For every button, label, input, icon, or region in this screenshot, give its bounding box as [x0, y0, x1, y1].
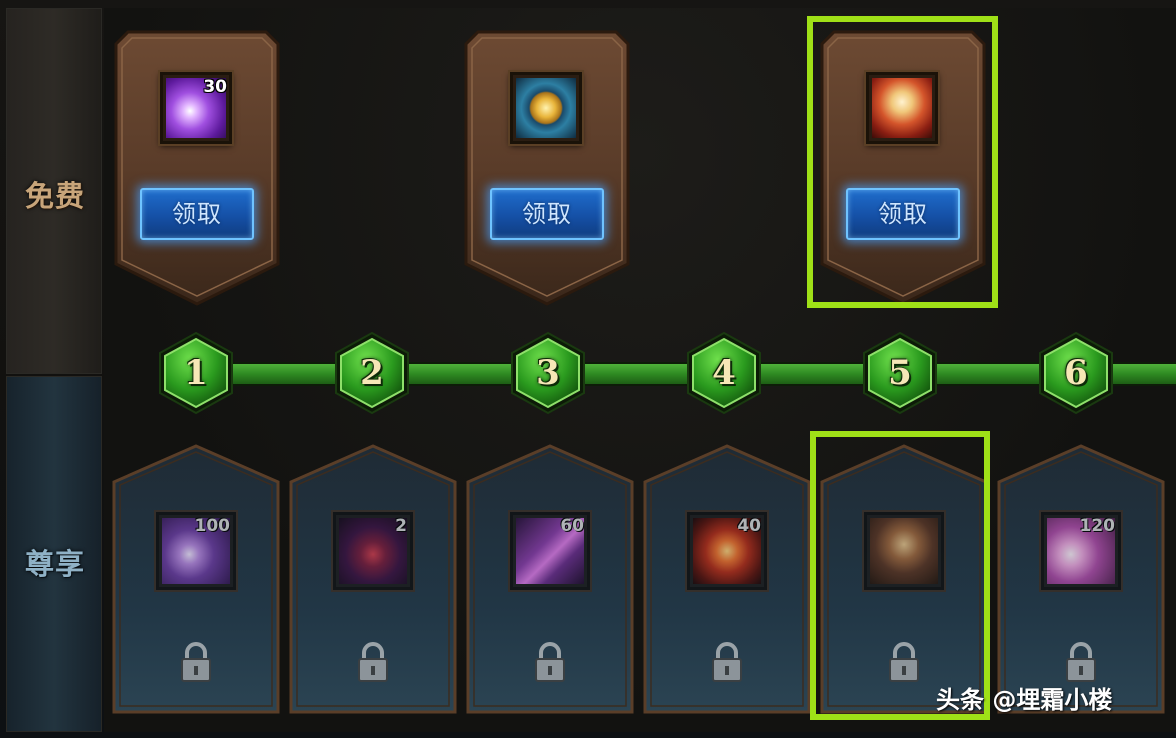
- watermark: 头条 @埋霜小楼: [936, 686, 1113, 714]
- item-count: 30: [203, 77, 227, 97]
- level-node-2: 2: [332, 331, 412, 415]
- item-count: 2: [395, 516, 407, 536]
- premium-reward-card-level-2: 2: [287, 442, 459, 720]
- shield-frame: [464, 30, 630, 306]
- reward-item-slot[interactable]: 60: [510, 512, 590, 590]
- premium-row-label: 尊享: [24, 547, 85, 581]
- reward-item-slot[interactable]: 40: [687, 512, 767, 590]
- lock-icon: [358, 642, 388, 682]
- lock-icon: [181, 642, 211, 682]
- premium-reward-card-level-1: 100: [110, 442, 282, 720]
- highlight-box-free-level-5: [807, 16, 998, 308]
- level-number: 3: [536, 353, 560, 393]
- free-row-label: 免费: [24, 179, 85, 213]
- lock-icon: [535, 642, 565, 682]
- highlight-box-premium-level-5: [810, 431, 990, 720]
- free-row-header: 免费: [6, 8, 102, 374]
- item-count: 40: [737, 516, 761, 536]
- level-node-5: 5: [860, 331, 940, 415]
- premium-reward-card-level-4: 40: [641, 442, 813, 720]
- level-node-4: 4: [684, 331, 764, 415]
- premium-reward-card-level-3: 60: [464, 442, 636, 720]
- premium-row-header: 尊享: [6, 376, 102, 732]
- item-count: 120: [1079, 516, 1116, 536]
- free-reward-card-level-1: 30 领取: [112, 28, 282, 308]
- reward-item-slot[interactable]: 100: [156, 512, 236, 590]
- level-number: 4: [712, 353, 736, 393]
- claim-button-level-1[interactable]: 领取: [140, 188, 254, 240]
- level-node-1: 1: [156, 331, 236, 415]
- reward-item-slot[interactable]: 2: [333, 512, 413, 590]
- item-count: 100: [194, 516, 231, 536]
- reward-item-slot[interactable]: [510, 72, 582, 144]
- lock-icon: [712, 642, 742, 682]
- premium-reward-card-level-6: 120: [995, 442, 1167, 720]
- level-node-6: 6: [1036, 331, 1116, 415]
- lock-icon: [1066, 642, 1096, 682]
- level-node-3: 3: [508, 331, 588, 415]
- item-count: 60: [560, 516, 584, 536]
- reward-item-slot[interactable]: 30: [160, 72, 232, 144]
- free-reward-card-level-3: 领取: [462, 28, 632, 308]
- level-number: 5: [888, 353, 912, 393]
- shield-frame: [114, 30, 280, 306]
- reward-item-slot[interactable]: 120: [1041, 512, 1121, 590]
- claim-button-level-3[interactable]: 领取: [490, 188, 604, 240]
- gold-coin-icon: [516, 78, 576, 138]
- level-number: 6: [1064, 353, 1088, 393]
- level-number: 1: [184, 353, 208, 393]
- level-number: 2: [360, 353, 384, 393]
